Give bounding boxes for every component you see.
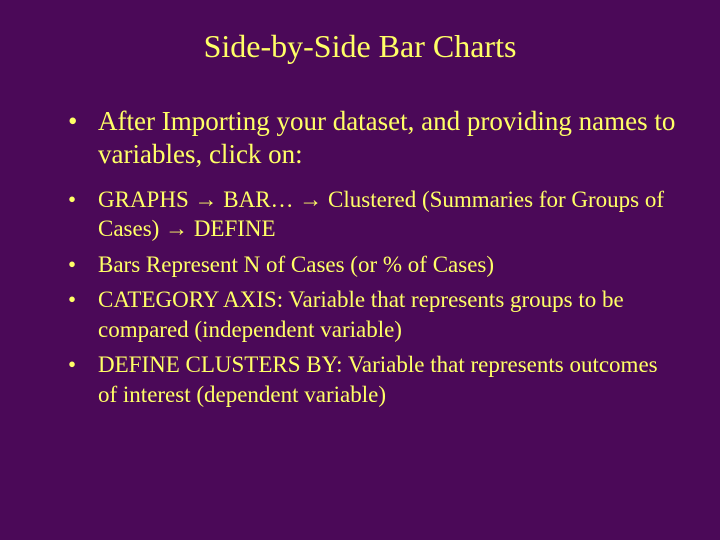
slide: Side-by-Side Bar Charts After Importing … bbox=[0, 0, 720, 540]
list-item: After Importing your dataset, and provid… bbox=[68, 105, 680, 171]
list-item: Bars Represent N of Cases (or % of Cases… bbox=[68, 250, 680, 279]
list-item: DEFINE CLUSTERS BY: Variable that repres… bbox=[68, 350, 680, 409]
bullet-list-top: After Importing your dataset, and provid… bbox=[40, 105, 680, 171]
list-item: GRAPHS → BAR… → Clustered (Summaries for… bbox=[68, 185, 680, 244]
bullet-list-sub: GRAPHS → BAR… → Clustered (Summaries for… bbox=[40, 185, 680, 409]
slide-title: Side-by-Side Bar Charts bbox=[40, 28, 680, 65]
list-item: CATEGORY AXIS: Variable that represents … bbox=[68, 285, 680, 344]
